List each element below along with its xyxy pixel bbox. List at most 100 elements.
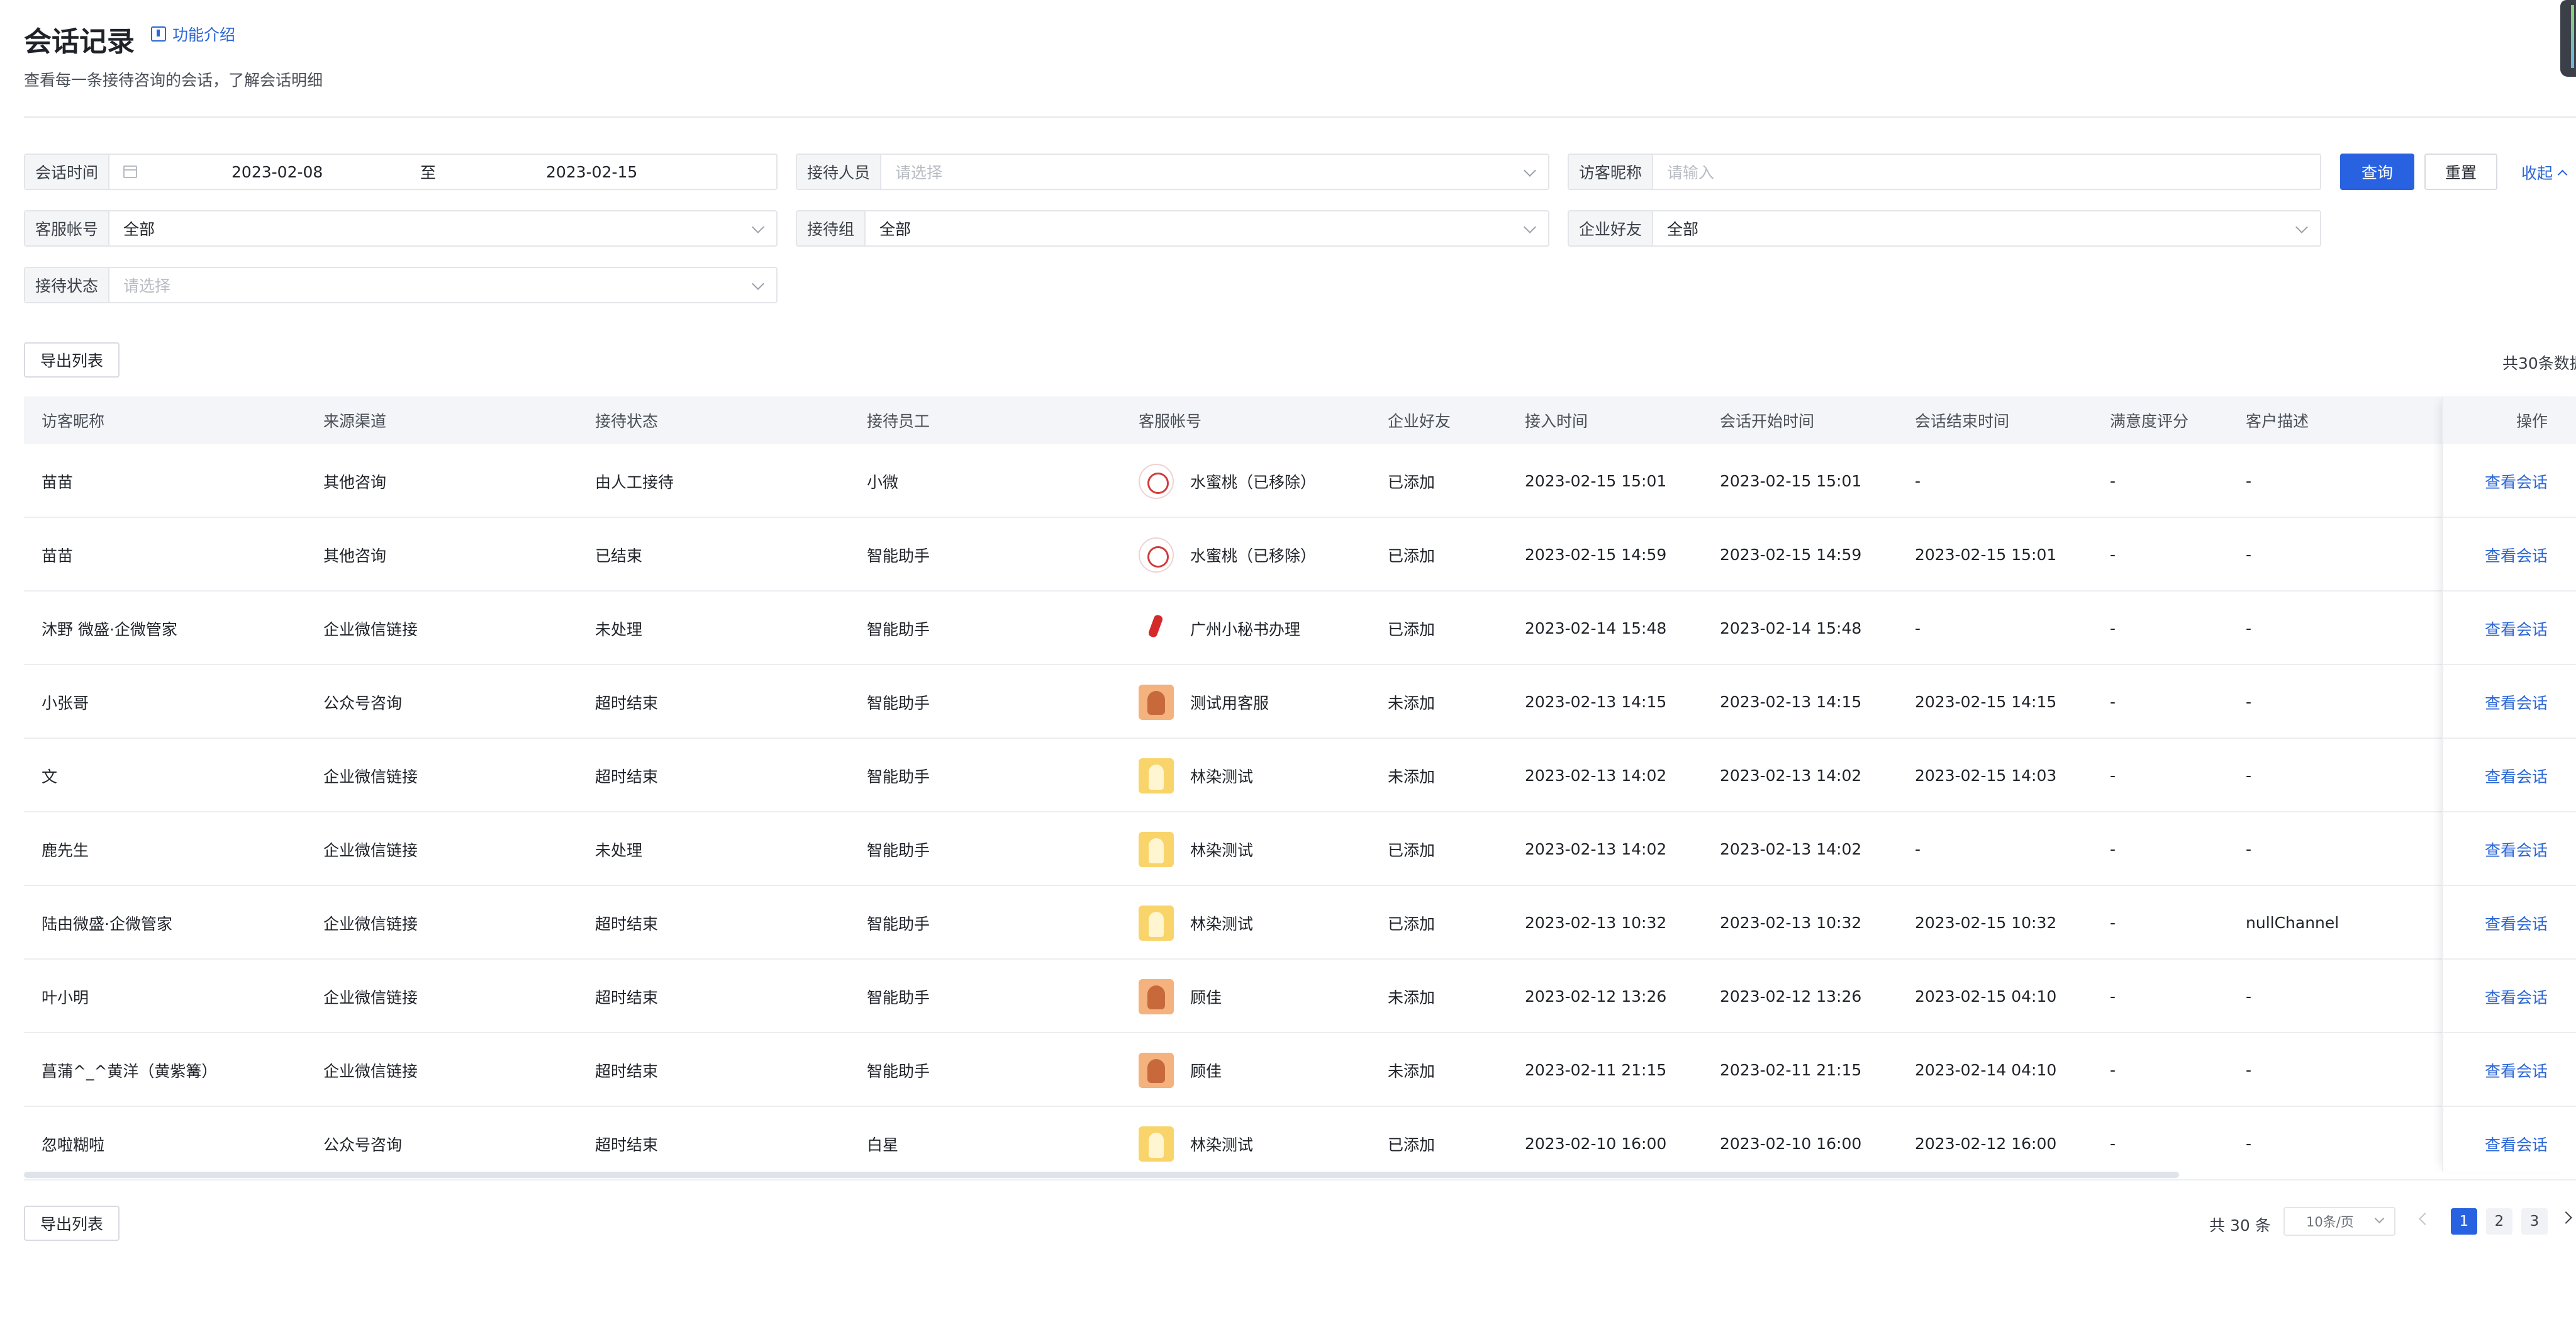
view-session-link-text: 查看会话 <box>2485 914 2548 933</box>
session-end-date[interactable]: 2023-02-15 <box>546 163 637 181</box>
cell-status: 超时结束 <box>595 1033 658 1107</box>
session-time-range-picker[interactable]: 会话时间 2023-02-08 至 2023-02-15 <box>24 154 778 190</box>
receptionist-select[interactable]: 接待人员 请选择 <box>796 154 1549 190</box>
service-account-select[interactable]: 客服帐号 全部 <box>24 210 778 247</box>
cell-status-text: 超时结束 <box>595 988 659 1007</box>
view-session-link-text: 查看会话 <box>2485 988 2548 1007</box>
page-2-button[interactable]: 2 <box>2486 1208 2512 1235</box>
cell-description: nullChannel <box>2246 886 2339 960</box>
cell-end-time: 2023-02-15 15:01 <box>1915 518 2056 592</box>
floating-side-widget[interactable] <box>2560 0 2576 77</box>
column-header-staff: 接待员工 <box>867 412 930 430</box>
table-row: 忽啦糊啦 公众号咨询 超时结束 白星 林染测试 已添加 2023-02-10 16:00 20… <box>24 1107 2576 1180</box>
cell-access-time-text: 2023-02-12 13:26 <box>1525 987 1667 1006</box>
column-header-account: 客服帐号 <box>1139 412 1202 430</box>
cell-start-time-text: 2023-02-15 14:59 <box>1720 546 1862 564</box>
cell-start-time: 2023-02-12 13:26 <box>1720 960 1861 1033</box>
cell-description-text: - <box>2246 1061 2252 1079</box>
cell-staff-text: 智能助手 <box>867 546 930 565</box>
receptionist-label: 接待人员 <box>797 155 882 189</box>
cell-end-time: 2023-02-12 16:00 <box>1915 1107 2056 1180</box>
cell-start-time-text: 2023-02-11 21:15 <box>1720 1061 1862 1079</box>
view-session-link[interactable]: 查看会话 <box>2485 1107 2548 1180</box>
export-list-button-bottom[interactable]: 导出列表 <box>24 1206 120 1241</box>
cell-visitor: 菖蒲^_^黄洋（黄紫篝） <box>42 1033 217 1107</box>
cell-description-text: - <box>2246 1135 2252 1153</box>
cell-score-text: - <box>2110 1135 2116 1153</box>
view-session-link[interactable]: 查看会话 <box>2485 960 2548 1033</box>
prev-page-icon[interactable] <box>2419 1213 2431 1225</box>
view-session-link[interactable]: 查看会话 <box>2485 665 2548 739</box>
reception-group-select[interactable]: 接待组 全部 <box>796 210 1549 247</box>
cell-account: 广州小秘书办理 <box>1139 592 1300 665</box>
cell-end-time: 2023-02-14 04:10 <box>1915 1033 2056 1107</box>
cell-start-time: 2023-02-15 15:01 <box>1720 444 1861 518</box>
cell-account-text: 林染测试 <box>1190 914 1254 933</box>
cell-start-time: 2023-02-14 15:48 <box>1720 592 1861 665</box>
cell-friend-text: 未添加 <box>1388 767 1436 786</box>
cell-end-time: 2023-02-15 14:03 <box>1915 739 2056 812</box>
collapse-filters-link[interactable]: 收起 <box>2521 161 2568 184</box>
cell-score-text: - <box>2110 472 2116 490</box>
cell-access-time-text: 2023-02-10 16:00 <box>1525 1135 1667 1153</box>
export-list-button[interactable]: 导出列表 <box>24 342 120 378</box>
view-session-link[interactable]: 查看会话 <box>2485 1033 2548 1107</box>
view-session-link[interactable]: 查看会话 <box>2485 444 2548 518</box>
cell-access-time: 2023-02-13 10:32 <box>1525 886 1666 960</box>
cell-visitor: 苗苗 <box>42 518 73 592</box>
service-account-avatar <box>1139 684 1174 720</box>
cell-channel-text: 其他咨询 <box>323 546 387 565</box>
cell-description: - <box>2246 592 2251 665</box>
cell-description: - <box>2246 1107 2251 1180</box>
view-session-link[interactable]: 查看会话 <box>2485 518 2548 592</box>
cell-visitor-text: 鹿先生 <box>42 841 89 860</box>
view-session-link[interactable]: 查看会话 <box>2485 739 2548 812</box>
cell-channel: 其他咨询 <box>323 444 386 518</box>
session-start-date[interactable]: 2023-02-08 <box>231 163 420 181</box>
cell-friend: 未添加 <box>1388 739 1435 812</box>
cell-channel: 企业微信链接 <box>323 592 418 665</box>
cell-end-time-text: 2023-02-15 15:01 <box>1915 546 2057 564</box>
info-icon <box>151 26 166 42</box>
cell-account-text: 林染测试 <box>1190 1135 1254 1154</box>
cell-access-time-text: 2023-02-14 15:48 <box>1525 619 1667 637</box>
page-3-button[interactable]: 3 <box>2521 1208 2548 1235</box>
cell-score-text: - <box>2110 1061 2116 1079</box>
chevron-up-icon <box>2557 169 2568 179</box>
column-header-action: 操作 <box>2516 412 2548 430</box>
service-account-value: 全部 <box>123 220 155 238</box>
cell-end-time: 2023-02-15 10:32 <box>1915 886 2056 960</box>
cell-channel: 企业微信链接 <box>323 960 418 1033</box>
cell-account: 顾佳 <box>1139 960 1222 1033</box>
table-row: 苗苗 其他咨询 已结束 智能助手 水蜜桃（已移除） 已添加 2023-02-15 14:59… <box>24 518 2576 592</box>
cell-status: 超时结束 <box>595 665 658 739</box>
visitor-nickname-input[interactable]: 访客昵称 请输入 <box>1568 154 2321 190</box>
reception-status-label: 接待状态 <box>25 268 110 302</box>
cell-visitor-text: 忽啦糊啦 <box>42 1135 105 1154</box>
reset-button[interactable]: 重置 <box>2424 154 2497 190</box>
feature-intro-link[interactable]: 功能介绍 <box>151 23 235 45</box>
cell-staff: 智能助手 <box>867 739 930 812</box>
cell-friend-text: 未添加 <box>1388 988 1436 1007</box>
cell-friend: 已添加 <box>1388 518 1435 592</box>
reception-status-select[interactable]: 接待状态 请选择 <box>24 267 778 303</box>
cell-account-text: 测试用客服 <box>1190 693 1269 712</box>
view-session-link[interactable]: 查看会话 <box>2485 886 2548 960</box>
cell-visitor-text: 沐野 微盛·企微管家 <box>42 620 177 639</box>
page-size-select[interactable]: 10条/页 <box>2283 1207 2395 1236</box>
cell-visitor-text: 苗苗 <box>42 473 74 491</box>
cell-channel-text: 企业微信链接 <box>323 1062 418 1080</box>
cell-access-time-text: 2023-02-13 14:15 <box>1525 693 1667 711</box>
view-session-link[interactable]: 查看会话 <box>2485 812 2548 886</box>
table-row: 鹿先生 企业微信链接 未处理 智能助手 林染测试 已添加 2023-02-13 14:02 2… <box>24 812 2576 886</box>
cell-visitor: 陆由微盛·企微管家 <box>42 886 172 960</box>
page-1-button[interactable]: 1 <box>2451 1208 2477 1235</box>
cell-access-time: 2023-02-13 14:15 <box>1525 665 1666 739</box>
enterprise-friend-select[interactable]: 企业好友 全部 <box>1568 210 2321 247</box>
cell-friend-text: 已添加 <box>1388 914 1436 933</box>
next-page-icon[interactable] <box>2560 1211 2572 1224</box>
table-horizontal-scrollbar[interactable] <box>24 1172 2179 1178</box>
view-session-link[interactable]: 查看会话 <box>2485 592 2548 665</box>
query-button[interactable]: 查询 <box>2340 154 2414 190</box>
cell-channel-text: 公众号咨询 <box>323 1135 403 1154</box>
